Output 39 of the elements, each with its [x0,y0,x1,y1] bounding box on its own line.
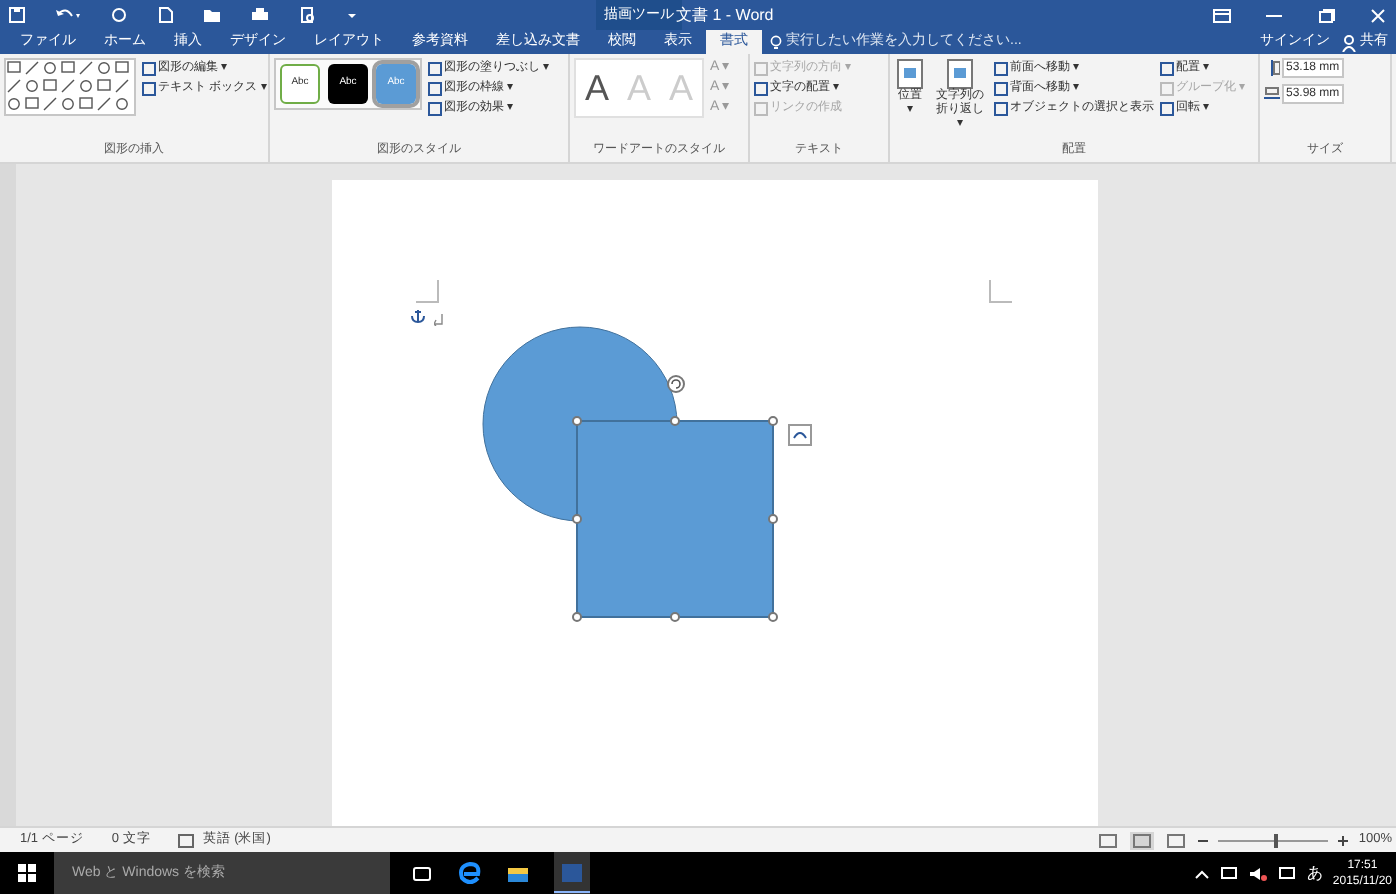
anchor-icon [409,308,425,324]
ribbon-display-icon[interactable] [1212,7,1232,23]
selection-handle[interactable] [571,514,581,524]
show-hidden-icons-icon[interactable] [1194,867,1211,879]
selection-handle[interactable] [669,612,679,622]
file-explorer-icon[interactable] [506,863,530,883]
print-layout-icon[interactable] [1130,831,1155,849]
margin-corner-mark [415,280,439,304]
word-app-icon[interactable] [554,852,590,894]
web-layout-icon[interactable] [1164,831,1189,849]
zoom-out-icon[interactable] [1198,835,1209,845]
selection-handle[interactable] [571,612,581,622]
shape-gallery-drawing[interactable] [4,58,136,116]
folder-icon[interactable] [202,6,222,24]
selection-handle[interactable] [669,416,679,426]
rotation-handle-icon[interactable] [665,374,685,394]
layout-options-icon[interactable] [787,424,811,446]
zoom-in-icon[interactable] [1338,835,1349,845]
proofing-icon[interactable] [178,833,197,847]
selection-handle[interactable] [767,416,777,426]
new-document-icon[interactable] [156,6,174,24]
zoom-thumb[interactable] [1273,833,1278,847]
read-mode-icon[interactable] [1096,831,1121,849]
edge-browser-icon[interactable] [458,861,482,885]
ime-indicator[interactable]: あ [1306,861,1323,885]
selection-handle[interactable] [767,514,777,524]
task-view-icon[interactable] [410,863,434,883]
print-preview-icon[interactable] [298,6,318,24]
close-icon[interactable] [1368,7,1388,23]
lightbulb-icon [770,33,782,51]
paragraph-mark-icon [433,314,443,326]
width-icon [1264,86,1280,102]
selection-handle[interactable] [767,612,777,622]
volume-icon[interactable] [1248,865,1269,881]
wordart-style[interactable]: A [576,60,618,116]
restore-icon[interactable] [1316,7,1336,23]
margin-corner-mark [987,280,1011,304]
selection-handle[interactable] [571,416,581,426]
save-icon[interactable] [8,6,26,24]
